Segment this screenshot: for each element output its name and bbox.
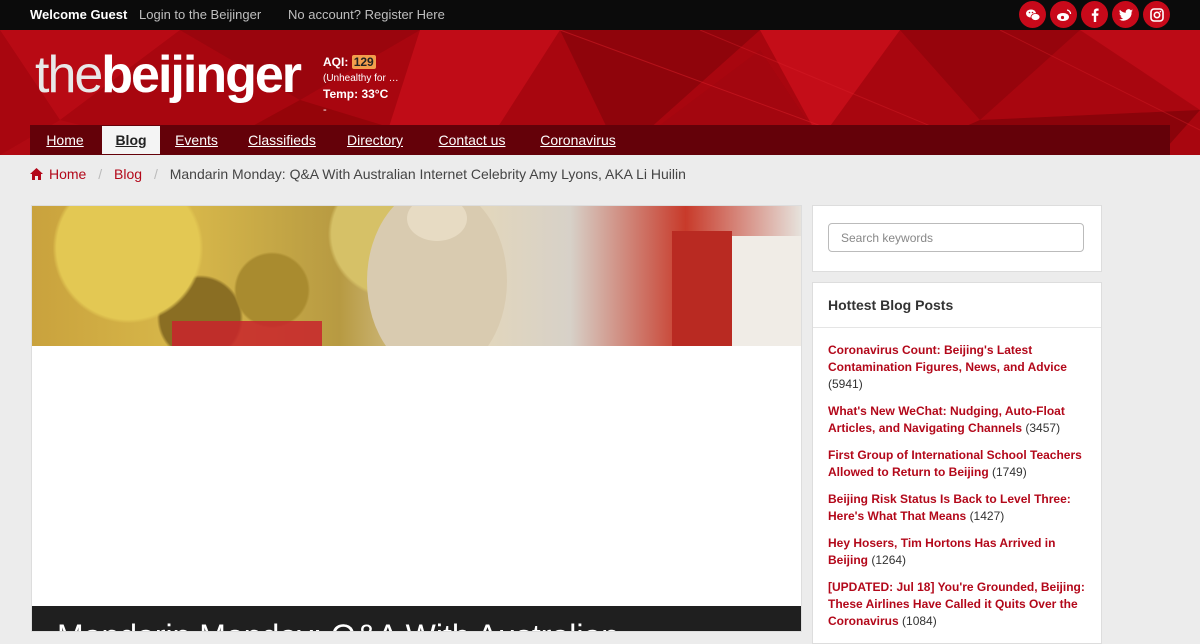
list-item: Hey Hosers, Tim Hortons Has Arrived in B…: [828, 535, 1090, 569]
twitter-icon[interactable]: [1112, 1, 1139, 28]
post-count: (5941): [828, 377, 863, 391]
temperature: Temp: 33°C: [323, 87, 389, 101]
breadcrumb-current: Mandarin Monday: Q&A With Australian Int…: [169, 166, 686, 182]
aqi-label: AQI:: [323, 55, 349, 69]
post-count: (1749): [992, 465, 1027, 479]
search-panel: [812, 205, 1102, 272]
post-link[interactable]: Hey Hosers, Tim Hortons Has Arrived in B…: [828, 536, 1055, 567]
aqi-readout: AQI: 129: [323, 55, 376, 69]
nav-blog[interactable]: Blog: [102, 126, 160, 154]
register-link[interactable]: No account? Register Here: [288, 7, 445, 22]
post-link[interactable]: First Group of International School Teac…: [828, 448, 1082, 479]
breadcrumb: Home / Blog / Mandarin Monday: Q&A With …: [30, 166, 686, 182]
logo-the-text: the: [35, 46, 103, 104]
post-count: (3457): [1025, 421, 1061, 435]
aqi-value-badge: 129: [351, 55, 376, 69]
nav-directory[interactable]: Directory: [335, 125, 415, 155]
breadcrumb-home[interactable]: Home: [49, 166, 86, 182]
home-icon: [30, 168, 43, 180]
breadcrumb-separator: /: [153, 166, 158, 182]
list-item: [UPDATED: Jul 18] You're Grounded, Beiji…: [828, 579, 1090, 630]
post-count: (1427): [969, 509, 1005, 523]
site-logo[interactable]: thebeijinger: [35, 45, 302, 105]
post-count: (1264): [871, 553, 907, 567]
article-card: Mandarin Monday: Q&A With Australian: [31, 205, 802, 632]
instagram-icon[interactable]: [1143, 1, 1170, 28]
site-header: thebeijinger AQI: 129 (Unhealthy for … T…: [0, 30, 1200, 155]
login-link[interactable]: Login to the Beijinger: [139, 7, 261, 22]
aqi-status: (Unhealthy for …: [323, 73, 399, 84]
nav-coronavirus[interactable]: Coronavirus: [528, 125, 628, 155]
post-link[interactable]: [UPDATED: Jul 18] You're Grounded, Beiji…: [828, 580, 1085, 628]
nav-classifieds[interactable]: Classifieds: [235, 125, 329, 155]
hottest-header: Hottest Blog Posts: [813, 283, 1101, 328]
breadcrumb-separator: /: [98, 166, 103, 182]
hottest-title: Hottest Blog Posts: [828, 297, 954, 313]
breadcrumb-blog[interactable]: Blog: [114, 166, 142, 182]
article-title-bar: Mandarin Monday: Q&A With Australian: [32, 606, 801, 631]
list-item: Beijing Risk Status Is Back to Level Thr…: [828, 491, 1090, 525]
list-item: Coronavirus Count: Beijing's Latest Cont…: [828, 342, 1090, 393]
welcome-text: Welcome Guest: [30, 7, 128, 22]
post-link[interactable]: Beijing Risk Status Is Back to Level Thr…: [828, 492, 1071, 523]
search-input[interactable]: [828, 223, 1084, 252]
weibo-icon[interactable]: [1050, 1, 1077, 28]
hottest-list: Coronavirus Count: Beijing's Latest Cont…: [828, 342, 1090, 640]
post-count: (1084): [902, 614, 937, 628]
weather-extra: -: [323, 104, 327, 116]
nav-contact-us[interactable]: Contact us: [423, 125, 521, 155]
top-bar: Welcome Guest Login to the Beijinger No …: [0, 0, 1200, 30]
list-item: What's New WeChat: Nudging, Auto-Float A…: [828, 403, 1090, 437]
logo-beijinger-text: beijinger: [101, 46, 302, 104]
main-nav: Home Blog Events Classifieds Directory C…: [30, 125, 1170, 155]
list-item: First Group of International School Teac…: [828, 447, 1090, 481]
facebook-icon[interactable]: [1081, 1, 1108, 28]
article-hero-image: [32, 206, 801, 346]
hottest-blog-posts: Hottest Blog Posts Coronavirus Count: Be…: [812, 282, 1102, 644]
nav-home[interactable]: Home: [30, 125, 100, 155]
post-link[interactable]: Coronavirus Count: Beijing's Latest Cont…: [828, 343, 1067, 374]
wechat-icon[interactable]: [1019, 1, 1046, 28]
nav-events[interactable]: Events: [164, 125, 229, 155]
